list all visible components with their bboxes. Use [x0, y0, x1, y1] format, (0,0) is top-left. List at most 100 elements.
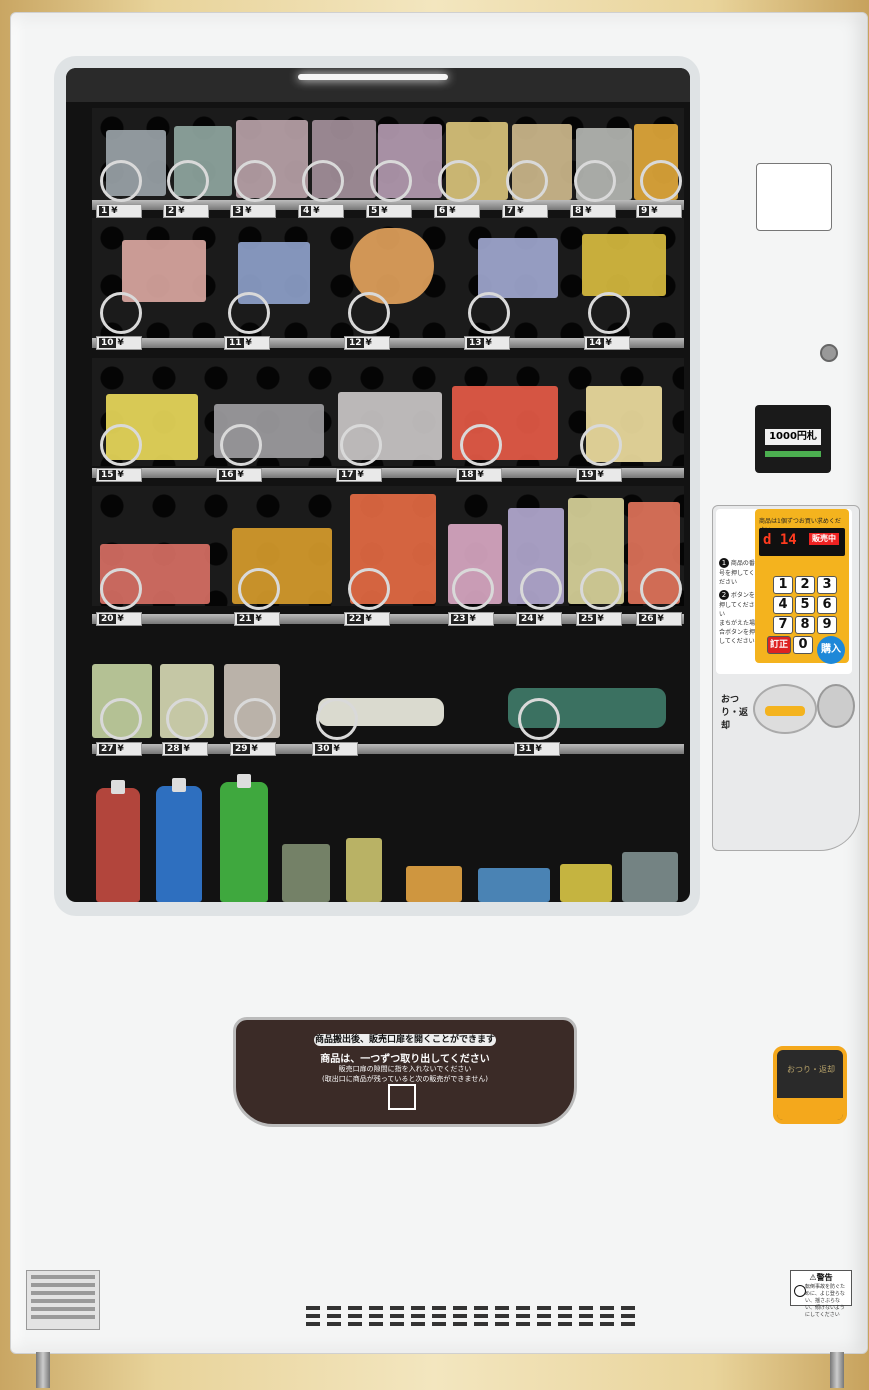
buy-button[interactable]: 購入 [817, 636, 845, 664]
key-9[interactable]: 9 [817, 616, 837, 634]
slot-number: 25 [579, 614, 596, 624]
product-pickup-door[interactable]: 商品搬出後、販売口扉を開くことができます 商品は、一つずつ取り出してください 販… [233, 1017, 577, 1127]
slot-price: ¥ [449, 206, 456, 216]
vent-slot [453, 1322, 467, 1326]
vent-slot [453, 1314, 467, 1318]
spiral-coil [580, 424, 622, 466]
spiral-coil [100, 424, 142, 466]
slot-price: ¥ [597, 470, 604, 480]
spiral-coil [220, 424, 262, 466]
key-0[interactable]: 0 [793, 636, 813, 654]
slot-price: ¥ [251, 744, 258, 754]
slot-number: 14 [587, 338, 604, 348]
change-cup-lip [777, 1098, 843, 1120]
slot-label: 9 ¥ [636, 204, 682, 218]
bottle-cap [172, 778, 186, 792]
spiral-coil [640, 568, 682, 610]
vent-slot [390, 1322, 404, 1326]
door-notice-3: 販売口扉の隙間に指を入れないでください [338, 1065, 472, 1073]
slot-price: ¥ [117, 470, 124, 480]
plate-line [31, 1291, 95, 1295]
spiral-coil [100, 698, 142, 740]
slot-price: ¥ [357, 470, 364, 480]
slot-price: ¥ [469, 614, 476, 624]
vent-slot [495, 1314, 509, 1318]
slot-label: 5 ¥ [366, 204, 412, 218]
return-lever-label: おつり・返却 [721, 695, 749, 731]
slot-label: 18 ¥ [456, 468, 502, 482]
slot-label: 11 ¥ [224, 336, 270, 350]
coin-slot[interactable] [817, 684, 855, 728]
slot-label: 8 ¥ [570, 204, 616, 218]
vent-slot [411, 1322, 425, 1326]
interior-lamp [298, 74, 448, 80]
spiral-coil [100, 292, 142, 334]
key-2[interactable]: 2 [795, 576, 815, 594]
product-item [346, 838, 382, 902]
slot-number: 17 [339, 470, 356, 480]
vent-slot [348, 1322, 362, 1326]
key-6[interactable]: 6 [817, 596, 837, 614]
vent-slot [453, 1306, 467, 1310]
spiral-coil [228, 292, 270, 334]
slot-number: 20 [99, 614, 116, 624]
slot-label: 26 ¥ [636, 612, 682, 626]
slot-label: 2 ¥ [163, 204, 209, 218]
coin-return-lever[interactable] [753, 684, 817, 734]
bill-slot[interactable] [765, 451, 821, 457]
slot-price: ¥ [485, 338, 492, 348]
slot-price: ¥ [183, 744, 190, 754]
vent-slot [474, 1314, 488, 1318]
rating-plate [26, 1270, 100, 1330]
slot-label: 10 ¥ [96, 336, 142, 350]
display-window: 1 ¥2 ¥3 ¥4 ¥5 ¥6 ¥7 ¥8 ¥9 ¥10 ¥11 ¥12 ¥13 ¥14 ¥15 ¥16 ¥1… [66, 68, 690, 902]
lever-handle[interactable] [765, 706, 805, 716]
product-item [560, 864, 612, 902]
spiral-coil [166, 698, 208, 740]
slot-label: 3 ¥ [230, 204, 276, 218]
vent-slot [495, 1306, 509, 1310]
spiral-coil [100, 160, 142, 202]
key-3[interactable]: 3 [817, 576, 837, 594]
slot-label: 7 ¥ [502, 204, 548, 218]
correct-button[interactable]: 訂正 [767, 636, 791, 654]
slot-number: 16 [219, 470, 236, 480]
vent-slot [621, 1314, 635, 1318]
slot-label: 13 ¥ [464, 336, 510, 350]
sale-status-badge: 販売中 [809, 533, 839, 545]
slot-price: ¥ [237, 470, 244, 480]
spiral-coil [340, 424, 382, 466]
product-item [122, 240, 206, 302]
slot-label: 20 ¥ [96, 612, 142, 626]
slot-price: ¥ [477, 470, 484, 480]
plate-line [31, 1307, 95, 1311]
slot-label: 25 ¥ [576, 612, 622, 626]
key-4[interactable]: 4 [773, 596, 793, 614]
bottle-cap [237, 774, 251, 788]
vent-slot [369, 1322, 383, 1326]
machine-leg [36, 1352, 50, 1388]
slot-number: 28 [165, 744, 182, 754]
key-8[interactable]: 8 [795, 616, 815, 634]
slot-number: 3 [233, 206, 244, 216]
vent-slot [537, 1322, 551, 1326]
slot-number: 18 [459, 470, 476, 480]
spiral-coil [452, 568, 494, 610]
key-5[interactable]: 5 [795, 596, 815, 614]
plate-line [31, 1275, 95, 1279]
product-item [282, 844, 330, 902]
vent-slot [516, 1314, 530, 1318]
spiral-coil [316, 698, 358, 740]
vent-slot [390, 1306, 404, 1310]
blank-panel [756, 163, 832, 231]
bill-acceptor[interactable]: 1000円札 [755, 405, 831, 473]
instruction-step-1: 1 商品の番号を押してください [719, 558, 755, 586]
vent-slot [390, 1314, 404, 1318]
key-7[interactable]: 7 [773, 616, 793, 634]
door-notice-4: (取出口に商品が残っていると次の販売ができません) [322, 1075, 488, 1083]
change-return-cup[interactable]: おつり・返却 [773, 1046, 847, 1124]
slot-label: 28 ¥ [162, 742, 208, 756]
slot-label: 1 ¥ [96, 204, 142, 218]
instruction-step-2: 2 ボタンを押してください [719, 590, 755, 618]
key-1[interactable]: 1 [773, 576, 793, 594]
